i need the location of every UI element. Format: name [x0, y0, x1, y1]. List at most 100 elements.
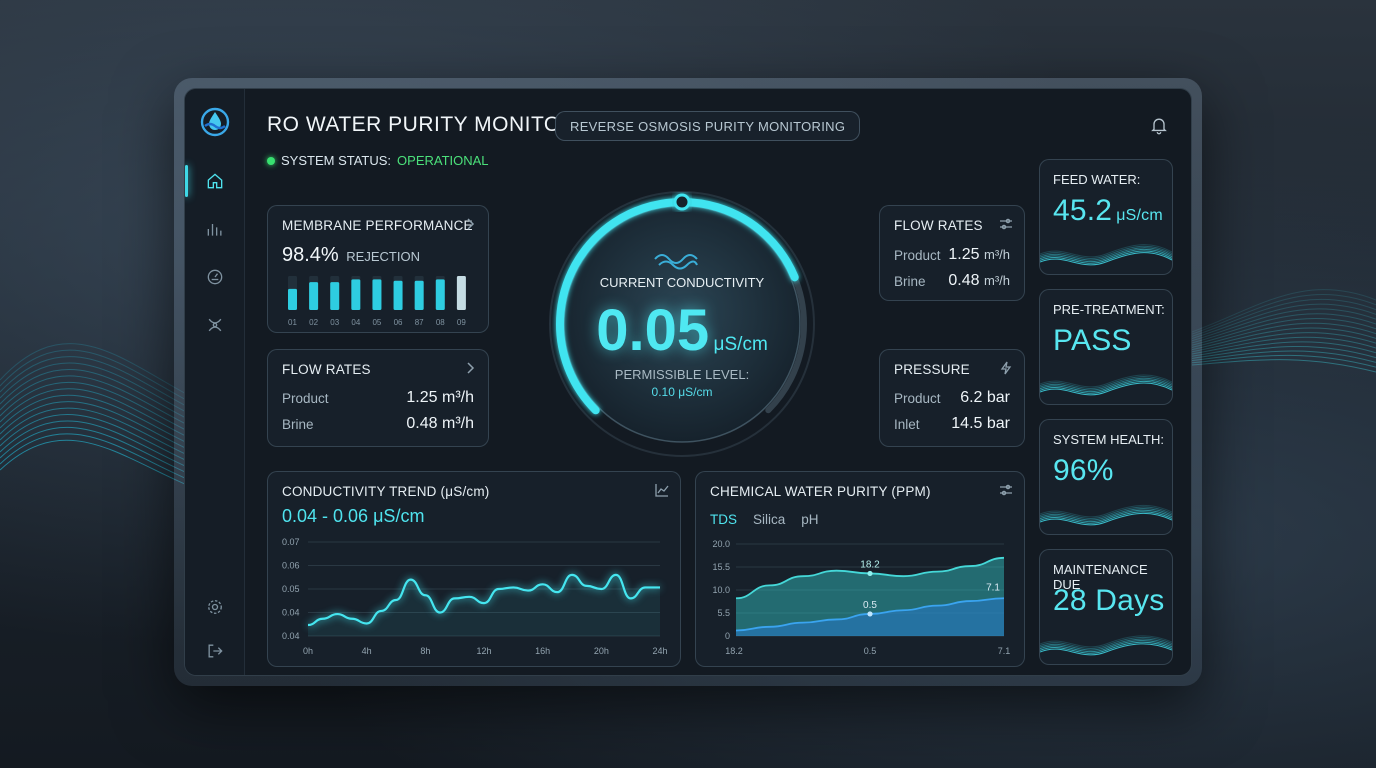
membrane-bar	[330, 282, 340, 310]
trend-range: 0.04 - 0.06 μS/cm	[282, 506, 425, 526]
rejection-label: REJECTION	[346, 249, 420, 264]
gauge-icon	[207, 269, 223, 285]
dashboard-app: RO WATER PURITY MONITOR REVERSE OSMOSIS …	[184, 88, 1192, 676]
conductivity-gauge: CURRENT CONDUCTIVITY 0.05 μS/cm PERMISSI…	[537, 179, 827, 469]
page-title: RO WATER PURITY MONITOR	[267, 113, 577, 136]
trend-title: CONDUCTIVITY TREND (μS/cm)	[282, 484, 490, 499]
home-icon	[207, 173, 223, 189]
chem-annotation: 7.1	[986, 582, 1000, 593]
pressure-product-label: Product	[894, 391, 941, 406]
maintenance-wave	[1040, 635, 1172, 656]
flow-left-product-value: 1.25 m³/h	[406, 389, 474, 406]
sidebar-item-filters[interactable]	[185, 305, 245, 345]
bell-icon[interactable]	[1149, 115, 1169, 135]
status-value: OPERATIONAL	[397, 153, 489, 168]
sliders-icon[interactable]	[998, 216, 1014, 232]
sidebar-item-analytics[interactable]	[185, 209, 245, 249]
chevron-right-icon[interactable]	[462, 360, 478, 376]
chem-y-tick: 20.0	[712, 539, 730, 549]
chemical-purity-chart: 20.0 15.5 10.0 5.5 0 18.2 0.5 7.1 18.2 0.5 7.1	[712, 539, 1011, 656]
membrane-bar-label: 05	[372, 318, 381, 326]
gear-icon	[208, 600, 222, 614]
trend-x-tick: 4h	[362, 646, 372, 656]
maintenance-value: 28 Days	[1053, 584, 1165, 617]
chem-x-tick: 7.1	[998, 646, 1011, 656]
chem-point	[867, 611, 873, 617]
tab-tds[interactable]: TDS	[710, 512, 737, 527]
membrane-bar	[456, 276, 466, 310]
chemical-purity-card: CHEMICAL WATER PURITY (PPM) TDS Silica p…	[695, 471, 1025, 667]
feed-water-unit: μS/cm	[1116, 207, 1163, 224]
trend-x-tick: 8h	[420, 646, 430, 656]
membrane-bar-label: 06	[394, 318, 403, 326]
gauge-value: 0.05	[596, 298, 710, 363]
permissible-label: PERMISSIBLE LEVEL:	[614, 367, 750, 382]
tab-silica[interactable]: Silica	[753, 512, 785, 527]
membrane-bar	[414, 280, 424, 310]
flow-right-brine-unit: m³/h	[984, 273, 1010, 288]
chem-point	[867, 570, 873, 577]
sidebar-item-logout[interactable]	[185, 631, 245, 671]
trend-x-tick: 20h	[594, 646, 609, 656]
flow-right-product-unit: m³/h	[984, 247, 1010, 262]
sidebar	[185, 89, 245, 675]
membrane-bars	[288, 276, 466, 310]
system-health-wave	[1040, 504, 1172, 526]
sliders-icon[interactable]	[998, 482, 1014, 498]
flow-right-product-label: Product	[894, 248, 941, 263]
flow-left-brine-value: 0.48 m³/h	[406, 415, 474, 432]
system-health-value: 96%	[1053, 454, 1114, 487]
pre-treatment-card[interactable]: PRE-TREATMENT: PASS	[1039, 289, 1173, 405]
sidebar-item-gauge[interactable]	[185, 257, 245, 297]
gauge-unit: μS/cm	[713, 334, 768, 355]
flow-right-product-value: 1.25	[948, 246, 980, 263]
feed-water-wave	[1040, 244, 1172, 266]
membrane-bar-label: 01	[288, 318, 297, 326]
system-status: SYSTEM STATUS: OPERATIONAL	[267, 153, 489, 168]
line-chart-icon[interactable]	[654, 482, 670, 498]
feed-water-value-wrap: 45.2 μS/cm	[1053, 194, 1163, 228]
trend-y-tick: 0.04	[282, 631, 300, 641]
flow-rates-card-left[interactable]: FLOW RATES Product 1.25 m³/h Brine 0.48 …	[267, 349, 489, 447]
chem-annotation: 18.2	[860, 559, 880, 570]
status-dot-icon	[267, 156, 275, 165]
membrane-bar	[372, 279, 382, 310]
chevron-right-icon[interactable]	[462, 216, 478, 232]
membrane-bar-label: 09	[457, 318, 466, 326]
pressure-title: PRESSURE	[894, 362, 970, 377]
flow-left-brine-label: Brine	[282, 417, 314, 432]
pressure-product-value: 6.2 bar	[960, 389, 1010, 406]
membrane-bar-label: 03	[330, 318, 339, 326]
sidebar-item-settings[interactable]	[185, 587, 245, 627]
pressure-card[interactable]: PRESSURE Product 6.2 bar Inlet 14.5 bar	[879, 349, 1025, 447]
status-label: SYSTEM STATUS:	[281, 153, 392, 168]
trend-y-tick: 0.04	[282, 608, 300, 618]
chem-y-tick: 5.5	[717, 608, 730, 618]
subtitle-pill: REVERSE OSMOSIS PURITY MONITORING	[555, 111, 861, 141]
membrane-bar-label: 04	[351, 318, 360, 326]
flow-left-title: FLOW RATES	[282, 362, 371, 377]
lightning-icon	[1000, 361, 1012, 375]
pressure-inlet-value: 14.5 bar	[951, 415, 1010, 432]
maintenance-card[interactable]: MAINTENANCE DUE 28 Days	[1039, 549, 1173, 665]
membrane-title: MEMBRANE PERFORMANCE	[282, 218, 473, 233]
gauge-value-wrap: 0.05 μS/cm	[537, 297, 827, 364]
trend-x-tick: 12h	[476, 646, 491, 656]
flow-rates-card-right[interactable]: FLOW RATES Product 1.25 m³/h Brine 0.48 …	[879, 205, 1025, 301]
trend-x-tick: 16h	[535, 646, 550, 656]
membrane-bar-label: 02	[309, 318, 318, 326]
membrane-bar	[393, 280, 403, 310]
flow-right-title: FLOW RATES	[894, 218, 983, 233]
membrane-bar	[351, 279, 361, 310]
chemical-tabs: TDS Silica pH	[710, 512, 819, 527]
pre-treatment-title: PRE-TREATMENT:	[1053, 302, 1165, 317]
sidebar-item-home[interactable]	[185, 161, 245, 201]
flow-right-brine: 0.48 m³/h	[948, 272, 1010, 290]
feed-water-value: 45.2	[1053, 194, 1113, 227]
tab-ph[interactable]: pH	[801, 512, 818, 527]
feed-water-title: FEED WATER:	[1053, 172, 1141, 187]
feed-water-card[interactable]: FEED WATER: 45.2 μS/cm	[1039, 159, 1173, 275]
membrane-performance-card[interactable]: MEMBRANE PERFORMANCE 98.4% REJECTION 01 0…	[267, 205, 489, 333]
system-health-card[interactable]: SYSTEM HEALTH: 96%	[1039, 419, 1173, 535]
membrane-bar-label: 87	[415, 318, 424, 326]
